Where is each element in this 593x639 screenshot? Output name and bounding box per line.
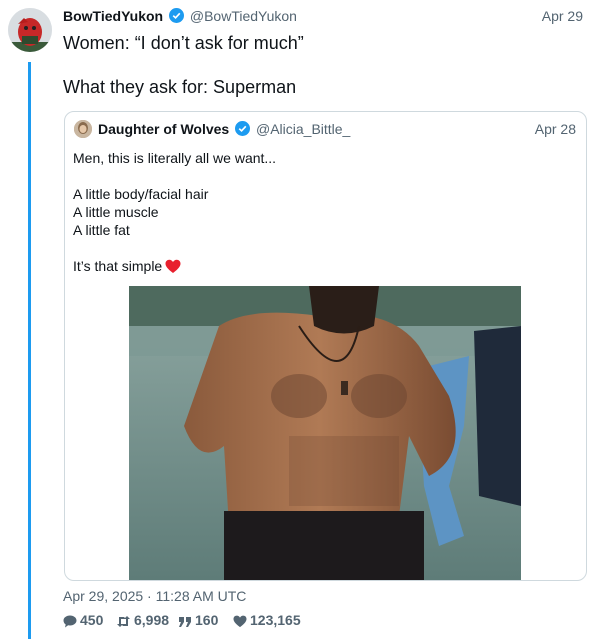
quoted-tweet[interactable]: Daughter of Wolves @Alicia_Bittle_ Apr 2… (64, 111, 587, 581)
quoted-tweet-media[interactable] (129, 286, 521, 580)
quoted-text-line: It’s that simple (73, 258, 163, 274)
tweet-date[interactable]: Apr 29 (542, 8, 583, 24)
like-stat[interactable]: 123,165 (233, 612, 301, 628)
quoted-author-handle[interactable]: @Alicia_Bittle_ (256, 121, 350, 137)
tweet-timestamp[interactable]: Apr 29, 2025 · 11:28 AM UTC (63, 588, 246, 604)
tweet-text-line: Women: “I don’t ask for much” (63, 33, 304, 53)
quote-icon (178, 612, 195, 628)
thread-line (28, 62, 31, 639)
reply-count: 450 (80, 612, 104, 628)
quoted-text-line: Men, this is literally all we want... (73, 150, 277, 166)
quoted-text-line: A little muscle (73, 204, 159, 220)
quoted-tweet-date[interactable]: Apr 28 (535, 121, 576, 137)
retweet-stat[interactable]: 6,998 (116, 612, 169, 628)
quoted-author-name[interactable]: Daughter of Wolves (98, 121, 229, 137)
verified-badge-icon (168, 8, 184, 26)
author-handle[interactable]: @BowTiedYukon (190, 8, 297, 24)
reply-stat[interactable]: 450 (63, 612, 103, 628)
tweet-text: Women: “I don’t ask for much” What they … (63, 32, 578, 120)
tweet-header: BowTiedYukon @BowTiedYukon Apr 29 (63, 8, 583, 28)
retweet-count: 6,998 (134, 612, 170, 628)
tweet-text-line: What they ask for: Superman (63, 77, 297, 97)
like-count: 123,165 (250, 612, 301, 628)
quote-stat[interactable]: 160 (178, 612, 218, 628)
heart-icon (233, 612, 250, 628)
quoted-tweet-text: Men, this is literally all we want... A … (73, 149, 573, 278)
quote-count: 160 (195, 612, 219, 628)
verified-badge-icon (235, 121, 251, 139)
author-name[interactable]: BowTiedYukon (63, 8, 163, 24)
comment-icon (63, 612, 80, 628)
author-avatar[interactable] (8, 8, 52, 52)
heart-emoji-icon (165, 259, 181, 278)
retweet-icon (116, 612, 134, 628)
quoted-tweet-header: Daughter of Wolves @Alicia_Bittle_ Apr 2… (74, 120, 576, 140)
quoted-author-avatar[interactable] (74, 120, 92, 138)
quoted-text-line: A little body/facial hair (73, 186, 209, 202)
quoted-text-line: A little fat (73, 222, 130, 238)
